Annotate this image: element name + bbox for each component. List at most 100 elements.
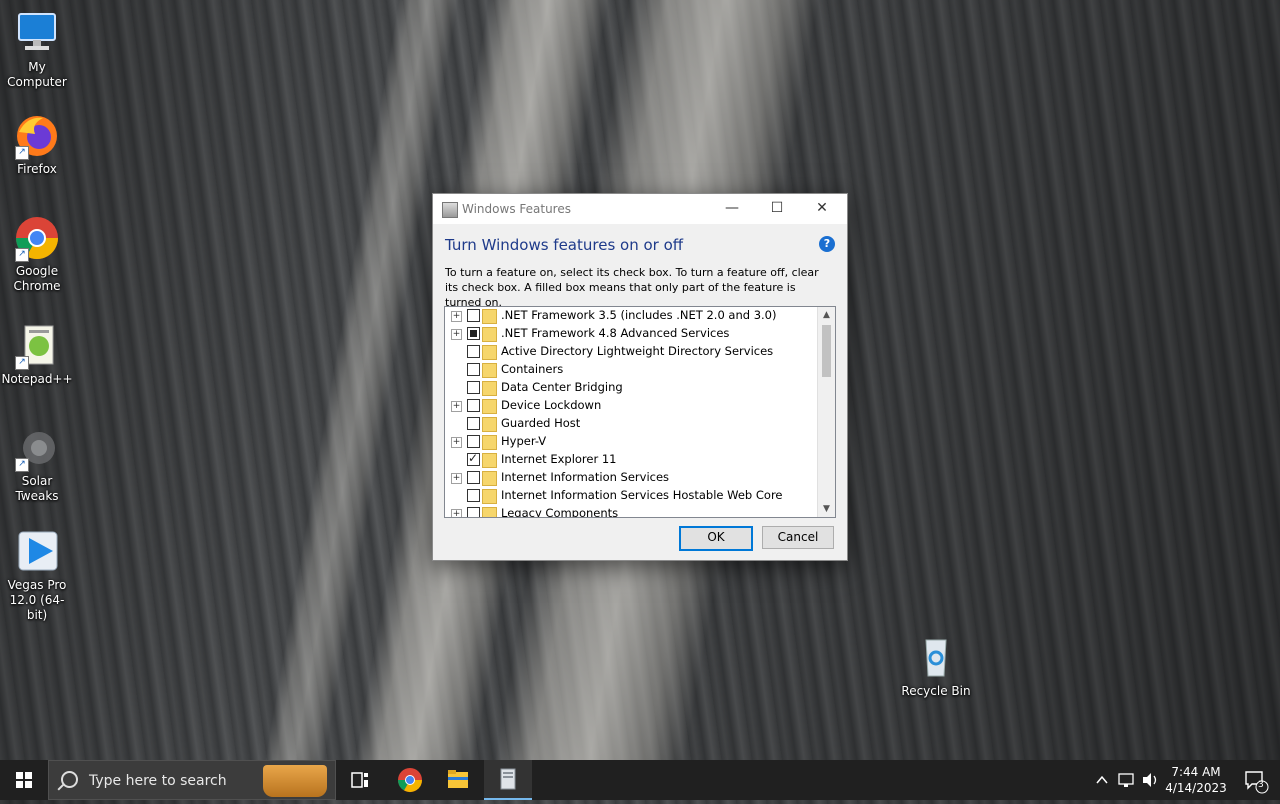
scroll-up-icon[interactable]: ▲	[818, 307, 835, 323]
feature-checkbox[interactable]	[467, 363, 480, 376]
feature-checkbox[interactable]	[467, 345, 480, 358]
desktop-icon-vegas-pro[interactable]: Vegas Pro 12.0 (64-bit)	[1, 528, 73, 623]
feature-row[interactable]: + .NET Framework 3.5 (includes .NET 2.0 a…	[445, 307, 817, 325]
feature-label: Internet Explorer 11	[501, 452, 617, 466]
feature-label: Hyper-V	[501, 434, 547, 448]
feature-checkbox[interactable]	[467, 451, 480, 466]
feature-row[interactable]: + .NET Framework 4.8 Advanced Services	[445, 325, 817, 343]
folder-icon	[482, 309, 497, 324]
expand-icon[interactable]: +	[451, 401, 462, 412]
desktop-icon-recycle-bin[interactable]: Recycle Bin	[900, 634, 972, 699]
desktop-icon-notepad-plus-plus[interactable]: ↗ Notepad++	[1, 322, 73, 387]
desktop-icon-my-computer[interactable]: My Computer	[1, 10, 73, 90]
feature-checkbox[interactable]	[467, 327, 480, 340]
desktop-icon-solar-tweaks[interactable]: ↗ Solar Tweaks	[1, 424, 73, 504]
recycle-bin-icon	[912, 634, 960, 682]
cancel-button[interactable]: Cancel	[762, 526, 834, 549]
feature-row[interactable]: Active Directory Lightweight Directory S…	[445, 343, 817, 361]
taskbar-chrome-button[interactable]	[386, 760, 434, 800]
desktop-icon-label: Vegas Pro 12.0 (64-bit)	[7, 578, 67, 622]
taskbar: Type here to search 7:44 AM 4/14/2023 3	[0, 760, 1280, 800]
notepad-plus-plus-icon: ↗	[13, 322, 61, 370]
expand-icon[interactable]: +	[451, 311, 462, 322]
minimize-button[interactable]: —	[709, 194, 755, 224]
shortcut-arrow-icon: ↗	[15, 248, 29, 262]
feature-row[interactable]: Data Center Bridging	[445, 379, 817, 397]
expand-icon[interactable]: +	[451, 329, 462, 340]
chrome-icon: ↗	[13, 214, 61, 262]
scroll-down-icon[interactable]: ▼	[818, 501, 835, 517]
feature-row[interactable]: Internet Information Services Hostable W…	[445, 487, 817, 505]
taskbar-file-explorer-button[interactable]	[434, 760, 482, 800]
desktop-icon-label: Notepad++	[1, 372, 73, 386]
minimize-icon: —	[725, 200, 739, 216]
feature-checkbox[interactable]	[467, 381, 480, 394]
feature-checkbox[interactable]	[467, 507, 480, 517]
shortcut-arrow-icon: ↗	[15, 146, 29, 160]
folder-icon	[482, 399, 497, 414]
feature-row[interactable]: + Hyper-V	[445, 433, 817, 451]
feature-label: .NET Framework 3.5 (includes .NET 2.0 an…	[501, 308, 777, 322]
folder-icon	[482, 471, 497, 486]
network-button[interactable]	[1114, 760, 1138, 800]
folder-icon	[482, 453, 497, 468]
feature-checkbox[interactable]	[467, 489, 480, 502]
taskbar-clock[interactable]: 7:44 AM 4/14/2023	[1158, 764, 1234, 796]
feature-checkbox[interactable]	[467, 435, 480, 448]
tree-scrollbar[interactable]: ▲ ▼	[817, 307, 835, 517]
shortcut-arrow-icon: ↗	[15, 356, 29, 370]
show-hidden-icons-button[interactable]	[1092, 760, 1112, 800]
feature-row[interactable]: Guarded Host	[445, 415, 817, 433]
search-icon	[61, 771, 78, 788]
feature-checkbox[interactable]	[467, 417, 480, 430]
scroll-thumb[interactable]	[822, 325, 831, 377]
dialog-heading: Turn Windows features on or off	[445, 236, 684, 254]
feature-checkbox[interactable]	[467, 399, 480, 412]
chrome-icon	[398, 768, 422, 793]
help-icon[interactable]: ?	[819, 236, 835, 252]
taskbar-search-box[interactable]: Type here to search	[48, 760, 336, 800]
desktop-icon-firefox[interactable]: ↗ Firefox	[1, 112, 73, 177]
folder-icon	[482, 363, 497, 378]
dialog-titlebar[interactable]: Windows Features — ☐ ✕	[433, 194, 847, 224]
expand-icon[interactable]: +	[451, 437, 462, 448]
maximize-button[interactable]: ☐	[754, 194, 800, 224]
folder-icon	[482, 489, 497, 504]
notification-icon	[1245, 771, 1269, 794]
feature-row[interactable]: Containers	[445, 361, 817, 379]
feature-row[interactable]: + Internet Information Services	[445, 469, 817, 487]
expand-icon[interactable]: +	[451, 509, 462, 517]
folder-icon	[448, 770, 468, 788]
feature-label: Device Lockdown	[501, 398, 602, 412]
task-view-button[interactable]	[336, 760, 384, 800]
feature-label: Data Center Bridging	[501, 380, 623, 394]
feature-checkbox[interactable]	[467, 471, 480, 484]
start-button[interactable]	[0, 760, 48, 800]
feature-label: Legacy Components	[501, 506, 619, 518]
close-button[interactable]: ✕	[799, 194, 845, 224]
feature-label: Guarded Host	[501, 416, 581, 430]
feature-label: Internet Information Services	[501, 470, 670, 484]
clock-date: 4/14/2023	[1165, 781, 1227, 795]
windows-features-dialog: Windows Features — ☐ ✕ Turn Windows feat…	[432, 193, 848, 561]
feature-tree[interactable]: + Legacy Components Internet Information S…	[444, 306, 836, 518]
feature-row[interactable]: Internet Explorer 11	[445, 451, 817, 469]
expand-icon[interactable]: +	[451, 473, 462, 484]
folder-icon	[482, 381, 497, 396]
windows-features-app-icon	[500, 768, 516, 790]
ok-button[interactable]: OK	[679, 526, 753, 551]
feature-row[interactable]: + Legacy Components	[445, 505, 817, 518]
windows-features-app-icon	[442, 202, 458, 218]
feature-row[interactable]: + Device Lockdown	[445, 397, 817, 415]
search-highlight-icon	[263, 765, 327, 797]
feature-label: Internet Information Services Hostable W…	[501, 488, 783, 502]
taskbar-windows-features-button[interactable]	[484, 760, 532, 800]
desktop-icon-label: My Computer	[7, 60, 67, 89]
clock-time: 7:44 AM	[1171, 765, 1221, 779]
notification-center-button[interactable]: 3	[1236, 760, 1276, 800]
close-icon: ✕	[816, 200, 828, 216]
feature-checkbox[interactable]	[467, 309, 480, 322]
solar-tweaks-icon: ↗	[13, 424, 61, 472]
folder-icon	[482, 327, 497, 342]
desktop-icon-chrome[interactable]: ↗ Google Chrome	[1, 214, 73, 294]
